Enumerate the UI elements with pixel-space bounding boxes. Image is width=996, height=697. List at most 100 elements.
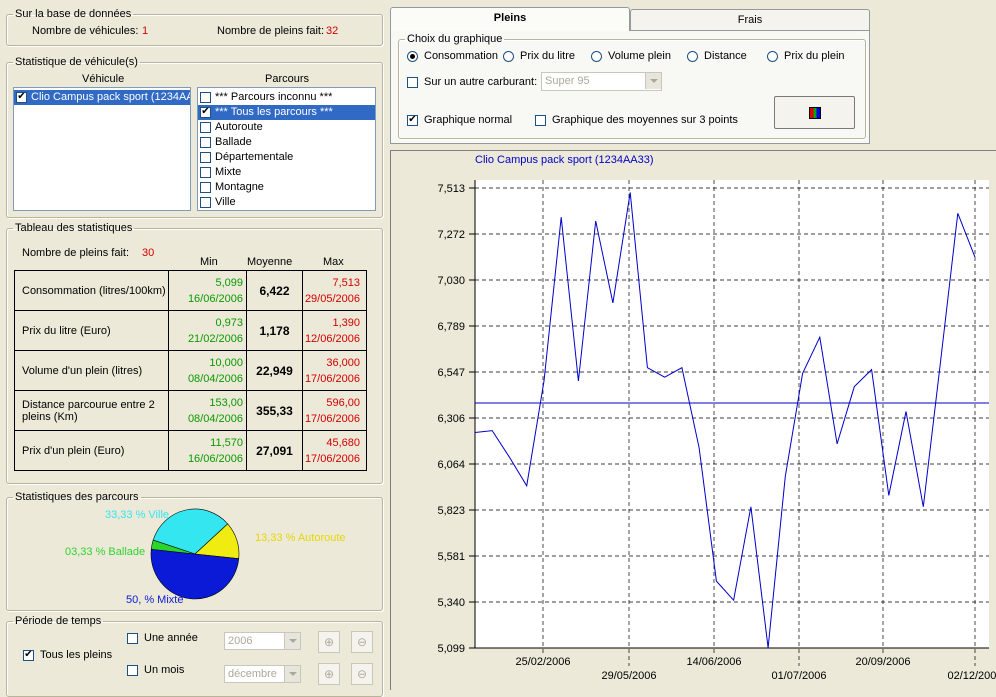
route-checkbox[interactable]: [200, 107, 211, 118]
row-label-text: Prix du litre (Euro): [22, 324, 111, 337]
route-list-item[interactable]: Mixte: [198, 165, 375, 180]
route-list-item[interactable]: *** Tous les parcours ***: [198, 105, 375, 120]
fuel-select-value: Super 95: [545, 75, 590, 87]
max-date: 17/06/2006: [304, 452, 360, 465]
fills-count-value: 32: [326, 25, 339, 37]
route-checkbox[interactable]: [200, 197, 211, 208]
all-fills-label: Tous les pleins: [40, 649, 113, 661]
max-cell: 7,513 29/05/2006: [302, 270, 367, 311]
fills-count-label: Nombre de pleins fait:: [217, 25, 324, 37]
avg-value: 27,091: [256, 443, 293, 458]
vehicles-count-label: Nombre de véhicules:: [32, 25, 139, 37]
graph-radio-label: Distance: [704, 50, 747, 62]
route-checkbox[interactable]: [200, 92, 211, 103]
pie-label: 13,33 % Autoroute: [255, 532, 346, 544]
max-value: 1,390: [332, 316, 360, 329]
route-checkbox[interactable]: [200, 182, 211, 193]
route-list-item[interactable]: Ville: [198, 195, 375, 210]
month-sub-button[interactable]: ⊖: [351, 663, 373, 685]
chevron-down-icon: [284, 666, 300, 682]
tab-pleins[interactable]: Pleins: [390, 7, 630, 31]
graph-radio-label: Prix du plein: [784, 50, 845, 62]
graph-radio-1[interactable]: [503, 51, 514, 62]
month-add-button[interactable]: ⊕: [318, 663, 340, 685]
pie-label: 33,33 % Ville: [105, 509, 169, 521]
vehicle-checkbox[interactable]: [16, 92, 27, 103]
max-date: 17/06/2006: [304, 412, 360, 425]
route-list-item[interactable]: Ballade: [198, 135, 375, 150]
max-date: 29/05/2006: [304, 292, 360, 305]
min-date: 08/04/2006: [187, 372, 243, 385]
tab-frais[interactable]: Frais: [630, 9, 870, 31]
min-cell: 0,973 21/02/2006: [168, 310, 247, 351]
row-label: Distance parcourue entre 2 pleins (Km): [14, 390, 169, 431]
all-fills-checkbox[interactable]: [23, 650, 34, 661]
avg-cell: 6,422: [246, 270, 303, 311]
other-fuel-checkbox[interactable]: [407, 77, 418, 88]
vehicle-list-item[interactable]: Clio Campus pack sport (1234AA33): [14, 90, 190, 105]
table-fills-value: 30: [142, 247, 155, 259]
route-list-item[interactable]: Autoroute: [198, 120, 375, 135]
stats-table: Consommation (litres/100km) 5,099 16/06/20…: [14, 270, 367, 471]
min-date: 08/04/2006: [187, 412, 243, 425]
max-cell: 1,390 12/06/2006: [302, 310, 367, 351]
avg-cell: 1,178: [246, 310, 303, 351]
graph-radio-label: Prix du litre: [520, 50, 576, 62]
color-picker-button[interactable]: [774, 96, 855, 129]
y-tick-label: 5,340: [437, 597, 465, 609]
y-tick-label: 6,547: [437, 367, 465, 379]
route-list-item-label: Montagne: [215, 181, 264, 193]
min-date: 16/06/2006: [187, 292, 243, 305]
graph-radio-4[interactable]: [767, 51, 778, 62]
year-checkbox[interactable]: [127, 633, 138, 644]
year-select[interactable]: 2006: [224, 632, 301, 650]
max-cell: 36,000 17/06/2006: [302, 350, 367, 391]
month-select[interactable]: décembre: [224, 665, 301, 683]
route-checkbox[interactable]: [200, 137, 211, 148]
fuel-select[interactable]: Super 95: [541, 72, 662, 91]
route-checkbox[interactable]: [200, 122, 211, 133]
plot-area: [475, 180, 989, 648]
chevron-down-icon: [645, 73, 661, 89]
y-tick-label: 6,789: [437, 321, 465, 333]
min-value: 0,973: [215, 316, 243, 329]
y-tick-label: 5,823: [437, 505, 465, 517]
graph-radio-3[interactable]: [687, 51, 698, 62]
avg-value: 1,178: [259, 323, 290, 338]
normal-graph-checkbox[interactable]: [407, 115, 418, 126]
graph-radio-0[interactable]: [407, 51, 418, 62]
route-list-item[interactable]: Montagne: [198, 180, 375, 195]
pie-label: 03,33 % Ballade: [65, 546, 145, 558]
col-min-header: Min: [200, 256, 218, 268]
table-row: Prix d'un plein (Euro) 11,570 16/06/2006 27…: [14, 430, 367, 471]
route-listbox[interactable]: *** Parcours inconnu *** *** Tous les par…: [197, 87, 376, 211]
route-checkbox[interactable]: [200, 152, 211, 163]
route-list-item-label: Ville: [215, 196, 236, 208]
min-cell: 11,570 16/06/2006: [168, 430, 247, 471]
table-row: Volume d'un plein (litres) 10,000 08/04/20…: [14, 350, 367, 391]
route-list-item[interactable]: *** Parcours inconnu ***: [198, 90, 375, 105]
max-date: 17/06/2006: [304, 372, 360, 385]
avg3-graph-checkbox[interactable]: [535, 115, 546, 126]
vehicle-column-header: Véhicule: [82, 73, 125, 85]
route-checkbox[interactable]: [200, 167, 211, 178]
graph-radio-2[interactable]: [591, 51, 602, 62]
vehicle-listbox[interactable]: Clio Campus pack sport (1234AA33): [13, 87, 191, 211]
route-list-item[interactable]: Départementale: [198, 150, 375, 165]
max-value: 7,513: [332, 276, 360, 289]
month-checkbox[interactable]: [127, 665, 138, 676]
avg-value: 355,33: [256, 403, 293, 418]
graph-choice-legend: Choix du graphique: [407, 33, 503, 45]
row-label: Prix du litre (Euro): [14, 310, 169, 351]
year-sub-button[interactable]: ⊖: [351, 631, 373, 653]
year-add-button[interactable]: ⊕: [318, 631, 340, 653]
avg-cell: 27,091: [246, 430, 303, 471]
y-tick-label: 5,581: [437, 551, 465, 563]
row-label-text: Distance parcourue entre 2 pleins (Km): [22, 398, 155, 423]
stats-table-legend: Tableau des statistiques: [15, 222, 133, 234]
min-cell: 10,000 08/04/2006: [168, 350, 247, 391]
row-label-text: Prix d'un plein (Euro): [22, 444, 125, 457]
col-avg-header: Moyenne: [247, 256, 293, 268]
graph-radio-label: Volume plein: [608, 50, 671, 62]
y-tick-label: 7,513: [437, 183, 465, 195]
